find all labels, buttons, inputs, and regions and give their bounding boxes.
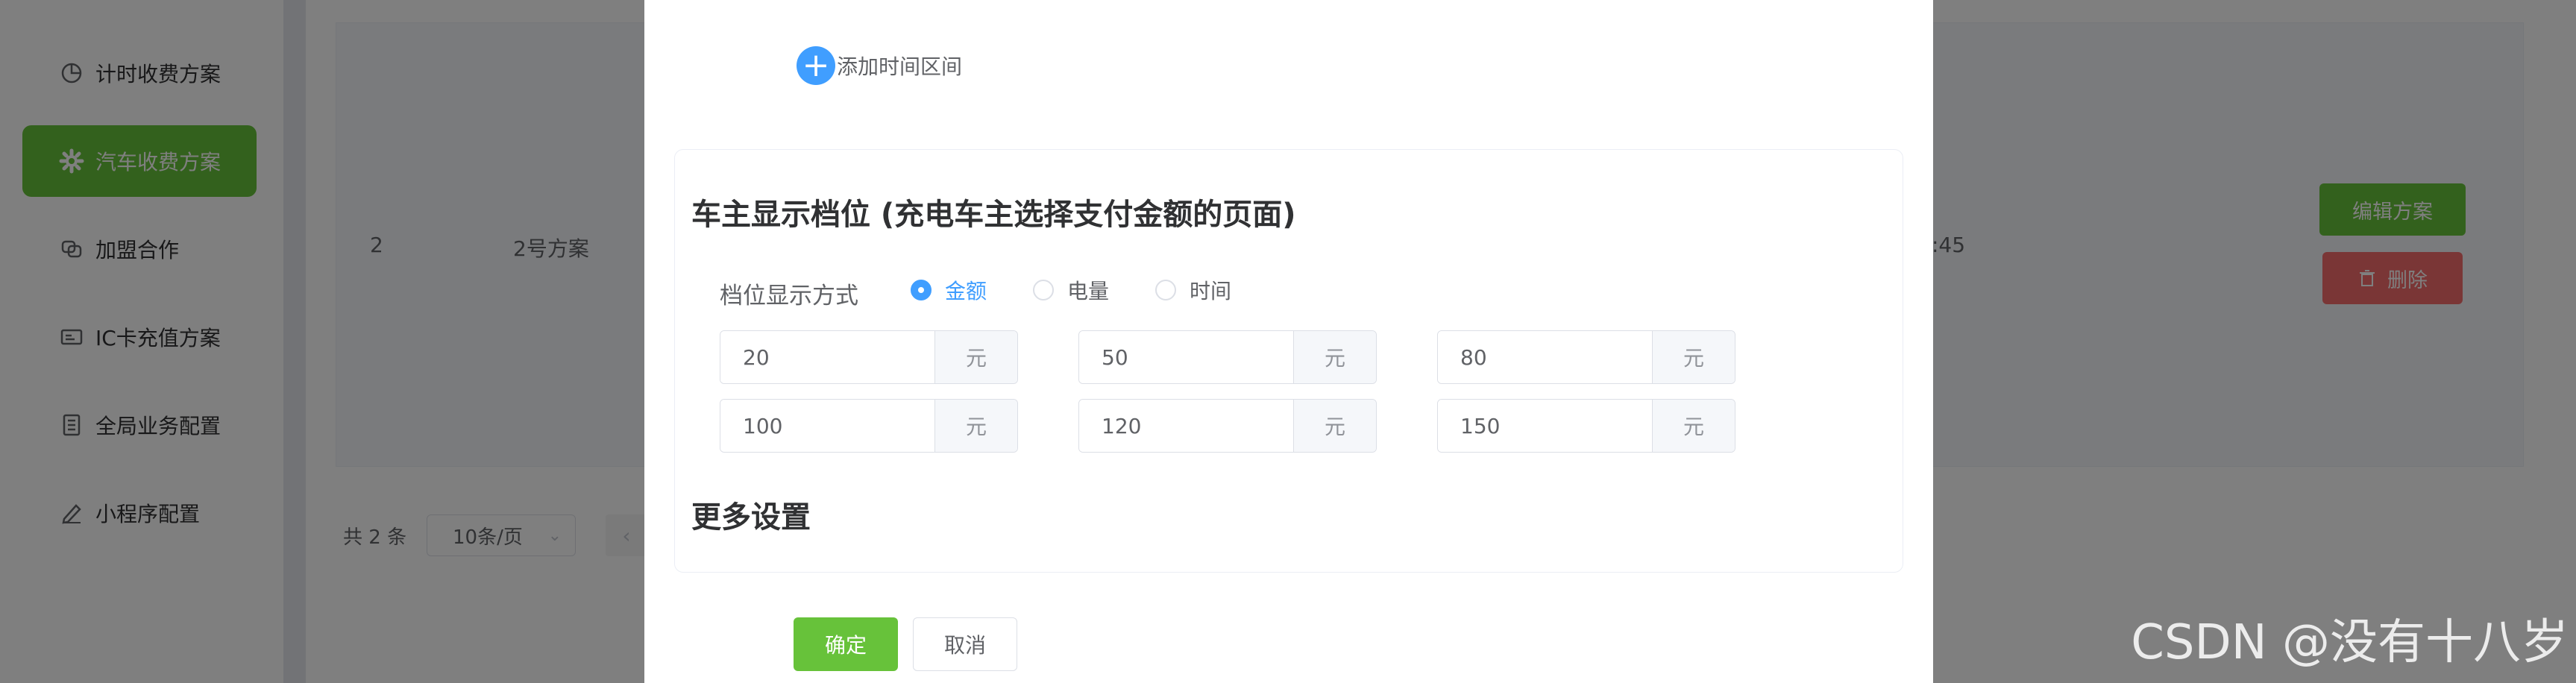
tier-value[interactable]: 20 (720, 331, 935, 383)
card-title: 车主显示档位 (充电车主选择支付金额的页面) (691, 198, 1296, 232)
tier-unit: 元 (935, 331, 1017, 383)
radio-label: 金额 (945, 279, 987, 303)
radio-energy[interactable]: 电量 (1033, 275, 1109, 305)
radio-label: 电量 (1067, 279, 1110, 303)
tier-value[interactable]: 80 (1438, 331, 1653, 383)
tier-input-3[interactable]: 80 元 (1437, 330, 1735, 384)
cancel-button[interactable]: 取消 (913, 617, 1017, 671)
tier-unit: 元 (1653, 400, 1735, 452)
radio-dot (911, 280, 932, 300)
edit-plan-dialog: + 添加时间区间 车主显示档位 (充电车主选择支付金额的页面) 档位显示方式 金… (644, 0, 1933, 683)
tier-value[interactable]: 120 (1079, 400, 1294, 452)
more-settings-title: 更多设置 (691, 500, 811, 535)
tier-unit: 元 (1653, 331, 1735, 383)
radio-amount[interactable]: 金额 (911, 275, 987, 305)
tier-input-2[interactable]: 50 元 (1078, 330, 1377, 384)
tier-input-1[interactable]: 20 元 (720, 330, 1018, 384)
tier-value[interactable]: 150 (1438, 400, 1653, 452)
radio-dot (1033, 280, 1054, 300)
tier-value[interactable]: 100 (720, 400, 935, 452)
plus-circle-icon: + (797, 46, 835, 85)
tier-unit: 元 (1294, 331, 1376, 383)
add-time-range-label: 添加时间区间 (837, 54, 963, 79)
radio-label: 时间 (1190, 279, 1232, 303)
display-mode-label: 档位显示方式 (720, 283, 858, 309)
tier-input-5[interactable]: 120 元 (1078, 399, 1377, 453)
watermark: CSDN @没有十八岁 (2131, 615, 2569, 670)
radio-dot (1155, 280, 1176, 300)
tier-input-4[interactable]: 100 元 (720, 399, 1018, 453)
add-time-range-button[interactable]: + 添加时间区间 (797, 46, 962, 85)
display-tier-card: 车主显示档位 (充电车主选择支付金额的页面) 档位显示方式 金额 电量 时间 2… (674, 149, 1903, 573)
tier-unit: 元 (1294, 400, 1376, 452)
radio-time[interactable]: 时间 (1155, 275, 1231, 305)
tier-value[interactable]: 50 (1079, 331, 1294, 383)
tier-input-6[interactable]: 150 元 (1437, 399, 1735, 453)
tier-unit: 元 (935, 400, 1017, 452)
confirm-button[interactable]: 确定 (794, 617, 898, 671)
